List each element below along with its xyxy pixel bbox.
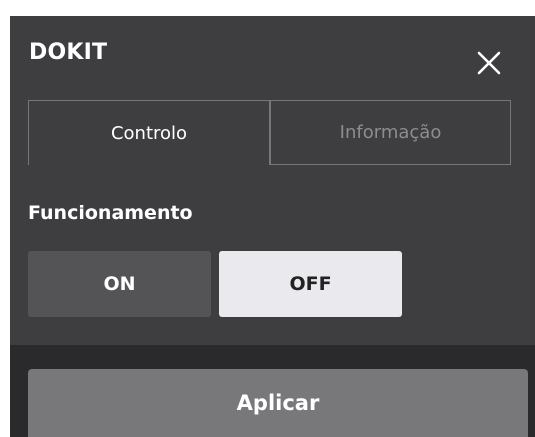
apply-button[interactable]: Aplicar: [28, 369, 528, 437]
on-button[interactable]: ON: [28, 251, 211, 317]
close-button[interactable]: [476, 50, 502, 76]
close-icon: [477, 51, 501, 75]
tab-controlo[interactable]: Controlo: [28, 100, 270, 165]
operation-label: Funcionamento: [28, 202, 193, 224]
dokit-dialog: DOKIT Controlo Informação Funcionamento …: [10, 16, 535, 437]
off-button[interactable]: OFF: [219, 251, 402, 317]
dialog-title: DOKIT: [29, 40, 108, 65]
tab-informacao[interactable]: Informação: [270, 100, 511, 165]
tab-bar: Controlo Informação: [28, 100, 511, 165]
